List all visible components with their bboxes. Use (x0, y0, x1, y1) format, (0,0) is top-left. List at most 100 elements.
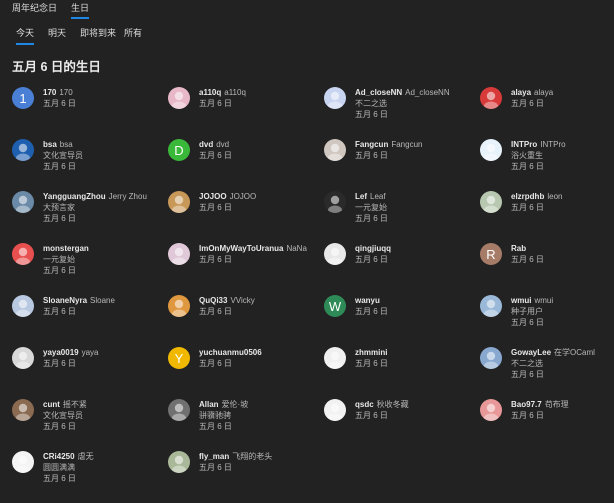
user-card[interactable]: JOJOO JOJOO 五月 6 日 (168, 191, 324, 243)
username-link[interactable]: INTPro (511, 140, 537, 149)
anime-blue-avatar-icon[interactable] (324, 87, 346, 109)
tab-upcoming[interactable]: 即将到来 (80, 24, 116, 43)
username-link[interactable]: qingjiuqq (355, 244, 391, 253)
user-avatar[interactable]: D (168, 139, 190, 161)
username-link[interactable]: Ad_closeNN (355, 88, 402, 97)
tab-tomorrow[interactable]: 明天 (48, 24, 66, 43)
username-link[interactable]: YangguangZhou (43, 192, 106, 201)
username-link[interactable]: alaya (511, 88, 531, 97)
pink-cartoon-avatar-icon[interactable] (480, 399, 502, 421)
birthday-date: 五月 6 日 (355, 307, 388, 316)
user-avatar[interactable]: Y (168, 347, 190, 369)
username-link[interactable]: Rab (511, 244, 526, 253)
portrait-avatar-icon[interactable] (324, 139, 346, 161)
user-card[interactable]: qsdc 秋收冬藏 五月 6 日 (324, 399, 480, 451)
user-card[interactable]: qingjiuqq 五月 6 日 (324, 243, 480, 295)
username-link[interactable]: SloaneNyra (43, 296, 87, 305)
user-avatar[interactable]: R (480, 243, 502, 265)
user-card[interactable]: a110q a110q 五月 6 日 (168, 87, 324, 139)
username-link[interactable]: dvd (199, 140, 213, 149)
username-link[interactable]: elzrpdhb (511, 192, 544, 201)
anime-pink-avatar-icon[interactable] (168, 87, 190, 109)
username-link[interactable]: Allan (199, 400, 219, 409)
user-card[interactable]: INTPro INTPro 浴火重生 五月 6 日 (480, 139, 612, 191)
shiba-avatar-icon[interactable] (168, 295, 190, 317)
tab-anniversaries[interactable]: 周年纪念日 (12, 0, 57, 17)
username-link[interactable]: JOJOO (199, 192, 227, 201)
user-card[interactable]: CRi4250 虐无 圆圆满满 五月 6 日 (12, 451, 168, 503)
username-link[interactable]: QuQi33 (199, 296, 227, 305)
user-card[interactable]: wmui wmui 种子用户 五月 6 日 (480, 295, 612, 347)
username-link[interactable]: GowayLee (511, 348, 551, 357)
user-card[interactable]: 1 170 170 五月 6 日 (12, 87, 168, 139)
red-figure-avatar-icon[interactable] (480, 87, 502, 109)
user-info: a110q a110q 五月 6 日 (199, 87, 321, 109)
user-card[interactable]: monstergan 一元复始 五月 6 日 (12, 243, 168, 295)
username-link[interactable]: 170 (43, 88, 56, 97)
username-link[interactable]: wmui (511, 296, 531, 305)
user-card[interactable]: cunt 摇不紧 文化宣导员 五月 6 日 (12, 399, 168, 451)
tab-all[interactable]: 所有 (124, 24, 142, 43)
username-link[interactable]: qsdc (355, 400, 374, 409)
user-card[interactable]: bsa bsa 文化宣导员 五月 6 日 (12, 139, 168, 191)
tab-birthdays[interactable]: 生日 (71, 0, 90, 19)
username-link[interactable]: bsa (43, 140, 57, 149)
user-card[interactable]: Bao97.7 苟布理 五月 6 日 (480, 399, 612, 451)
user-card[interactable]: alaya alaya 五月 6 日 (480, 87, 612, 139)
user-card[interactable]: Allan 爱伦·坡 骈骥驰骋 五月 6 日 (168, 399, 324, 451)
blue-pattern-avatar-icon[interactable] (480, 347, 502, 369)
infinity-avatar-icon[interactable] (480, 139, 502, 161)
person-avatar-icon[interactable] (12, 399, 34, 421)
tab-today[interactable]: 今天 (16, 24, 35, 45)
username-link[interactable]: monstergan (43, 244, 89, 253)
username-link[interactable]: fly_man (199, 452, 229, 461)
anime-light-avatar-icon[interactable] (168, 243, 190, 265)
dog-avatar-icon[interactable] (168, 191, 190, 213)
gentleman-avatar-icon[interactable] (168, 399, 190, 421)
username-link[interactable]: ImOnMyWayToUranua (199, 244, 283, 253)
panda-avatar-icon[interactable] (324, 399, 346, 421)
username-link[interactable]: zhmmini (355, 348, 387, 357)
flag-avatar-icon[interactable] (12, 139, 34, 161)
username-link[interactable]: Bao97.7 (511, 400, 542, 409)
username-link[interactable]: yaya0019 (43, 348, 79, 357)
user-avatar[interactable]: 1 (12, 87, 34, 109)
user-avatar[interactable]: W (324, 295, 346, 317)
user-card[interactable]: R Rab 五月 6 日 (480, 243, 612, 295)
crayon-avatar-icon[interactable] (12, 243, 34, 265)
sketch-avatar-icon[interactable] (324, 347, 346, 369)
robot-avatar-icon[interactable] (480, 295, 502, 317)
user-card[interactable]: Ad_closeNN Ad_closeNN 不二之选 五月 6 日 (324, 87, 480, 139)
cartoon-avatar-icon[interactable] (480, 191, 502, 213)
user-name-line: yaya0019 yaya (43, 347, 165, 358)
username-link[interactable]: Fangcun (355, 140, 388, 149)
dark-avatar-icon[interactable] (324, 191, 346, 213)
username-link[interactable]: yuchuanmu0506 (199, 348, 262, 357)
anime-grey-avatar-icon[interactable] (12, 347, 34, 369)
user-card[interactable]: Yyuchuanmu0506 五月 6 日 (168, 347, 324, 399)
user-card[interactable]: fly_man 飞翔的老头 五月 6 日 (168, 451, 324, 503)
user-card[interactable]: zhmmini 五月 6 日 (324, 347, 480, 399)
user-card[interactable]: SloaneNyra Sloane 五月 6 日 (12, 295, 168, 347)
user-card[interactable]: Ddvd dvd 五月 6 日 (168, 139, 324, 191)
landscape-avatar-icon[interactable] (12, 191, 34, 213)
user-card[interactable]: elzrpdhb leon 五月 6 日 (480, 191, 612, 243)
user-card[interactable]: QuQi33 VVicky 五月 6 日 (168, 295, 324, 347)
username-link[interactable]: CRi4250 (43, 452, 75, 461)
user-card[interactable]: Lef Leaf 一元复始 五月 6 日 (324, 191, 480, 243)
geometric-avatar-icon[interactable] (12, 451, 34, 473)
username-link[interactable]: cunt (43, 400, 60, 409)
user-card[interactable]: GowayLee 在学OCaml 不二之选 五月 6 日 (480, 347, 612, 399)
username-link[interactable]: a110q (199, 88, 221, 97)
username-link[interactable]: wanyu (355, 296, 380, 305)
user-info: Fangcun Fangcun 五月 6 日 (355, 139, 477, 161)
username-link[interactable]: Lef (355, 192, 367, 201)
user-card[interactable]: Wwanyu 五月 6 日 (324, 295, 480, 347)
anime-dark-avatar-icon[interactable] (12, 295, 34, 317)
user-card[interactable]: YangguangZhou Jerry Zhou 大预言家 五月 6 日 (12, 191, 168, 243)
anime-white-avatar-icon[interactable] (324, 243, 346, 265)
user-card[interactable]: Fangcun Fangcun 五月 6 日 (324, 139, 480, 191)
user-card[interactable]: ImOnMyWayToUranua NaNa 五月 6 日 (168, 243, 324, 295)
user-card[interactable]: yaya0019 yaya 五月 6 日 (12, 347, 168, 399)
cat-avatar-icon[interactable] (168, 451, 190, 473)
